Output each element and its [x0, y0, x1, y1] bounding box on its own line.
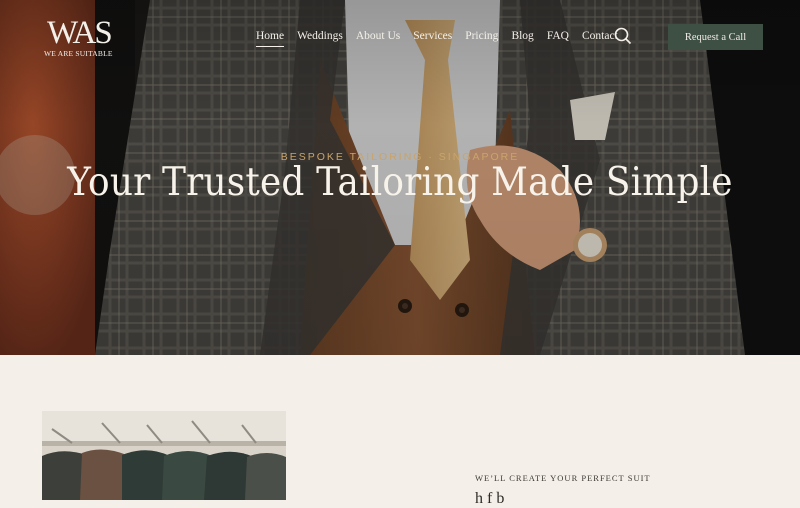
nav-faq[interactable]: FAQ	[547, 30, 569, 46]
logo-mark: WAS	[47, 15, 113, 51]
nav-home[interactable]: Home	[256, 30, 285, 47]
nav-services[interactable]: Services	[413, 30, 452, 46]
nav-contact[interactable]: Contact	[582, 30, 618, 46]
request-call-button[interactable]: Request a Call	[668, 24, 763, 50]
suits-rack-image	[42, 411, 286, 500]
main-nav: Home Weddings About Us Services Pricing …	[256, 30, 631, 47]
brand-logo[interactable]: WAS WE ARE SUITABLE	[44, 15, 113, 58]
search-icon	[614, 27, 632, 45]
hero-section: WAS WE ARE SUITABLE Home Weddings About …	[0, 0, 800, 355]
nav-weddings[interactable]: Weddings	[297, 30, 343, 46]
nav-pricing[interactable]: Pricing	[465, 30, 498, 46]
nav-about-us[interactable]: About Us	[356, 30, 400, 46]
search-button[interactable]	[614, 27, 632, 45]
section-kicker: WE’LL CREATE YOUR PERFECT SUIT	[475, 473, 651, 483]
logo-tagline: WE ARE SUITABLE	[44, 49, 113, 58]
nav-blog[interactable]: Blog	[511, 30, 533, 46]
hero-headline: Your Trusted Tailoring Made Simple	[67, 160, 733, 205]
section-heading-partial: h f b	[475, 490, 505, 507]
